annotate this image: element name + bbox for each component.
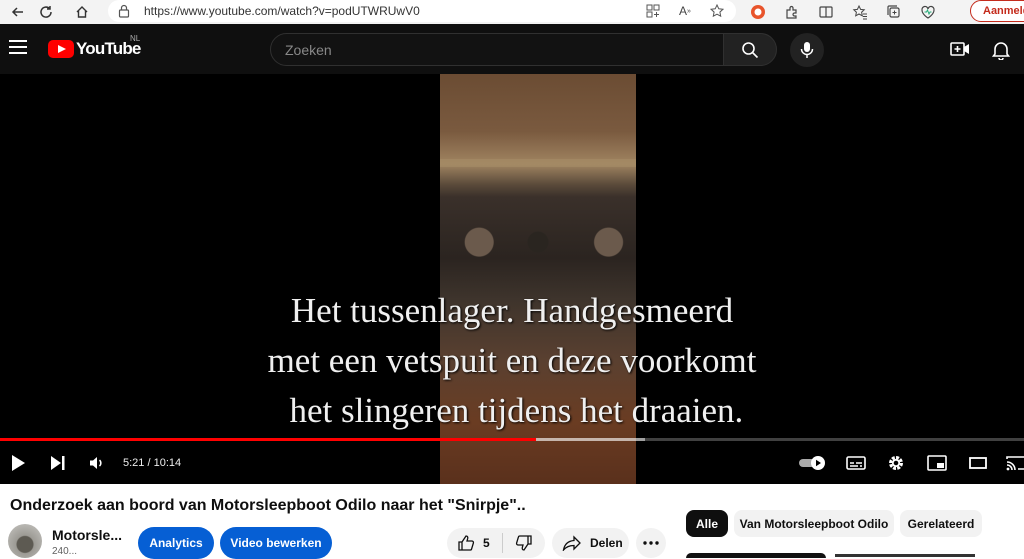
youtube-logo[interactable]: YouTube NL xyxy=(48,34,141,59)
read-aloud-icon[interactable]: A» xyxy=(676,2,694,20)
subscriber-count: 240... xyxy=(52,546,78,557)
analytics-button[interactable]: Analytics xyxy=(138,527,214,559)
refresh-icon[interactable] xyxy=(34,0,58,24)
voice-search-button[interactable] xyxy=(790,33,824,67)
subtitles-icon xyxy=(846,456,866,470)
theater-mode-icon xyxy=(969,457,987,469)
signin-button[interactable]: Aanmeld xyxy=(970,0,1024,22)
youtube-play-logo-icon xyxy=(48,40,74,58)
progress-bar[interactable] xyxy=(0,438,1024,441)
progress-played xyxy=(0,438,536,441)
subtitle-line: het slingeren tijdens het draaien. xyxy=(280,391,744,430)
youtube-header: YouTube NL Zoeken xyxy=(0,24,1024,74)
time-display: 5:21 / 10:14 xyxy=(123,457,182,469)
related-video-title[interactable] xyxy=(835,551,985,558)
more-horizontal-icon xyxy=(643,541,659,545)
cast-icon xyxy=(1006,456,1024,471)
favorite-star-icon[interactable] xyxy=(708,2,726,20)
next-video-button[interactable] xyxy=(48,452,68,474)
microphone-icon xyxy=(800,42,814,58)
home-icon[interactable] xyxy=(70,0,94,24)
favorites-icon[interactable] xyxy=(850,2,870,22)
app-grid-icon[interactable] xyxy=(644,2,662,20)
skip-next-icon xyxy=(51,456,65,470)
autoplay-toggle[interactable] xyxy=(798,452,828,474)
notifications-button[interactable] xyxy=(991,40,1011,65)
create-video-button[interactable] xyxy=(950,40,970,63)
gear-icon xyxy=(889,456,903,470)
create-video-icon xyxy=(950,42,969,56)
autoplay-toggle-icon xyxy=(799,456,825,470)
thumbs-down-icon xyxy=(515,535,532,551)
search-button[interactable] xyxy=(723,33,777,66)
edit-video-button[interactable]: Video bewerken xyxy=(220,527,332,559)
browser-toolbar: https://www.youtube.com/watch?v=podUTWRU… xyxy=(0,0,1024,24)
subtitle-line: met een vetspuit en deze voorkomt xyxy=(267,341,757,380)
dislike-button[interactable] xyxy=(503,534,545,552)
subtitle-line: Het tussenlager. Handgesmeerd xyxy=(290,291,734,330)
split-screen-icon[interactable] xyxy=(816,2,836,22)
share-label: Delen xyxy=(590,536,623,550)
miniplayer-icon xyxy=(927,455,947,471)
hamburger-menu-icon[interactable] xyxy=(9,40,27,54)
browser-essentials-heart-icon[interactable] xyxy=(918,2,938,22)
video-title: Onderzoek aan boord van Motorsleepboot O… xyxy=(10,497,526,514)
like-dislike-group: 5 xyxy=(447,528,545,558)
chip-channel[interactable]: Van Motorsleepboot Odilo xyxy=(734,510,894,537)
collections-icon[interactable] xyxy=(884,2,904,22)
chip-related[interactable]: Gerelateerd xyxy=(900,510,982,537)
extensions-puzzle-icon[interactable] xyxy=(782,2,802,22)
country-code: NL xyxy=(130,34,141,43)
mute-button[interactable] xyxy=(87,452,107,474)
more-actions-button[interactable] xyxy=(636,528,666,558)
extension-orange-icon[interactable] xyxy=(748,2,768,22)
channel-avatar[interactable] xyxy=(8,524,42,558)
settings-button[interactable] xyxy=(886,452,906,474)
share-button[interactable]: Delen xyxy=(552,528,629,558)
lock-icon xyxy=(118,4,132,18)
player-controls: 5:21 / 10:14 xyxy=(0,444,1024,484)
search-icon xyxy=(742,41,759,58)
like-count: 5 xyxy=(483,536,490,550)
like-button[interactable]: 5 xyxy=(447,533,503,553)
chip-all[interactable]: Alle xyxy=(686,510,728,537)
channel-name[interactable]: Motorsle... xyxy=(52,527,122,543)
search-input[interactable]: Zoeken xyxy=(270,33,724,66)
share-icon xyxy=(562,535,581,551)
address-bar[interactable]: https://www.youtube.com/watch?v=podUTWRU… xyxy=(108,0,736,22)
related-video-thumbnail[interactable] xyxy=(686,553,826,558)
url-text: https://www.youtube.com/watch?v=podUTWRU… xyxy=(144,4,420,18)
play-icon xyxy=(12,455,25,471)
cast-button[interactable] xyxy=(1005,452,1024,474)
video-subtitles: Het tussenlager. Handgesmeerd met een ve… xyxy=(0,286,1024,436)
bell-icon xyxy=(991,42,1011,61)
thumbs-up-icon xyxy=(458,535,475,551)
back-icon[interactable] xyxy=(6,0,30,24)
video-player[interactable]: Het tussenlager. Handgesmeerd met een ve… xyxy=(0,74,1024,484)
subtitles-button[interactable] xyxy=(846,452,866,474)
miniplayer-button[interactable] xyxy=(926,452,948,474)
search-placeholder: Zoeken xyxy=(285,41,332,58)
volume-icon xyxy=(90,457,102,469)
play-button[interactable] xyxy=(8,452,28,474)
theater-mode-button[interactable] xyxy=(967,452,989,474)
